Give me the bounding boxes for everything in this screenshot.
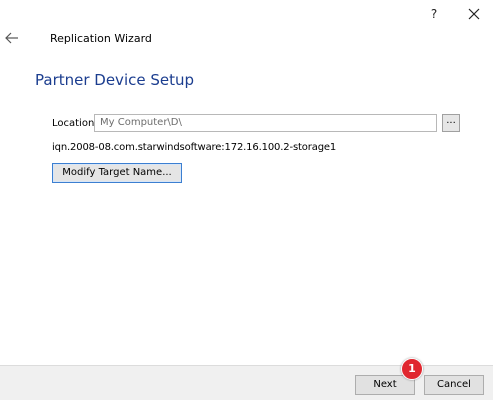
wizard-title: Replication Wizard: [50, 32, 152, 45]
location-label: Location:: [52, 118, 98, 129]
help-button[interactable]: ?: [425, 4, 443, 24]
location-field[interactable]: My Computer\D\: [94, 114, 437, 132]
browse-button[interactable]: ...: [442, 114, 460, 132]
page-title: Partner Device Setup: [35, 71, 195, 89]
step-number-badge: 1: [401, 358, 423, 380]
close-button[interactable]: [465, 3, 483, 25]
replication-wizard-dialog: ? Replication Wizard Partner Device Setu…: [0, 0, 493, 400]
cancel-button[interactable]: Cancel: [424, 375, 484, 395]
modify-target-name-button[interactable]: Modify Target Name...: [52, 163, 182, 183]
back-button[interactable]: [4, 30, 20, 46]
close-icon: [468, 8, 480, 20]
back-arrow-icon: [5, 32, 18, 44]
target-iqn-text: iqn.2008-08.com.starwindsoftware:172.16.…: [52, 142, 337, 153]
